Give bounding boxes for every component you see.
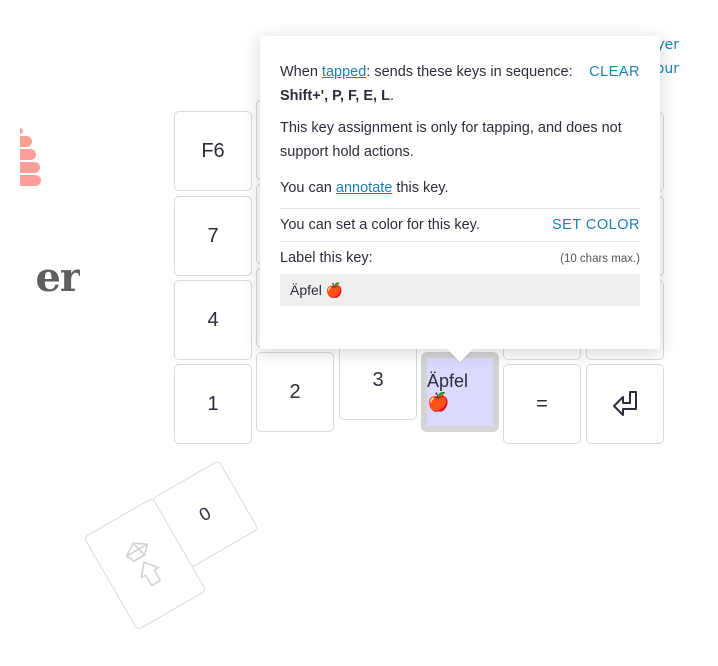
key-label: Äpfel 🍎 xyxy=(427,371,469,412)
annotate-text: You can annotate this key. xyxy=(280,176,640,200)
label-value: Äpfel 🍎 xyxy=(290,281,344,298)
key-label: = xyxy=(536,392,548,415)
enter-icon xyxy=(613,391,637,416)
key-equals[interactable]: = xyxy=(503,364,581,444)
key-7[interactable]: 7 xyxy=(174,196,252,276)
key-f6[interactable]: F6 xyxy=(174,111,252,191)
clear-button[interactable]: CLEAR xyxy=(589,64,640,80)
sequence-value: Shift+', P, F, E, L xyxy=(280,88,390,104)
hold-note: This key assignment is only for tapping,… xyxy=(280,120,622,160)
key-label: 1 xyxy=(207,392,219,415)
tap-description: When tapped: sends these keys in sequenc… xyxy=(280,60,573,84)
label-limit: (10 chars max.) xyxy=(560,253,640,265)
tapped-link[interactable]: tapped xyxy=(322,64,366,80)
tap-suffix: : sends these keys in sequence: xyxy=(366,64,573,80)
set-color-button[interactable]: SET COLOR xyxy=(552,217,640,233)
annotate-suffix: this key. xyxy=(392,180,449,196)
key-label: 2 xyxy=(289,380,301,403)
popover-arrow xyxy=(446,348,474,362)
key-label: 3 xyxy=(372,368,384,391)
key-label-input[interactable]: Äpfel 🍎 xyxy=(280,274,640,306)
key-label: F6 xyxy=(201,139,225,162)
label-title: Label this key: xyxy=(280,250,373,266)
sequence-end: . xyxy=(389,88,394,104)
annotate-prefix: You can xyxy=(280,180,336,196)
key-label: 7 xyxy=(207,224,219,247)
key-label: 0 xyxy=(195,502,215,525)
key-1[interactable]: 1 xyxy=(174,364,252,444)
key-3[interactable]: 3 xyxy=(339,340,417,420)
key-config-popover: When tapped: sends these keys in sequenc… xyxy=(260,36,660,362)
key-4[interactable]: 4 xyxy=(174,280,252,360)
key-enter[interactable] xyxy=(586,364,664,444)
key-sequence: Shift+', P, F, E, L. xyxy=(280,84,640,108)
shift-icon xyxy=(125,542,162,587)
key-label: 4 xyxy=(207,308,219,331)
key-selected-apfel[interactable]: Äpfel 🍎 xyxy=(421,352,499,432)
color-text: You can set a color for this key. xyxy=(280,217,480,233)
annotate-link[interactable]: annotate xyxy=(336,180,392,196)
key-2[interactable]: 2 xyxy=(256,352,334,432)
logo-text: er xyxy=(35,254,80,301)
logo-icon xyxy=(20,128,44,188)
tap-prefix: When xyxy=(280,64,322,80)
